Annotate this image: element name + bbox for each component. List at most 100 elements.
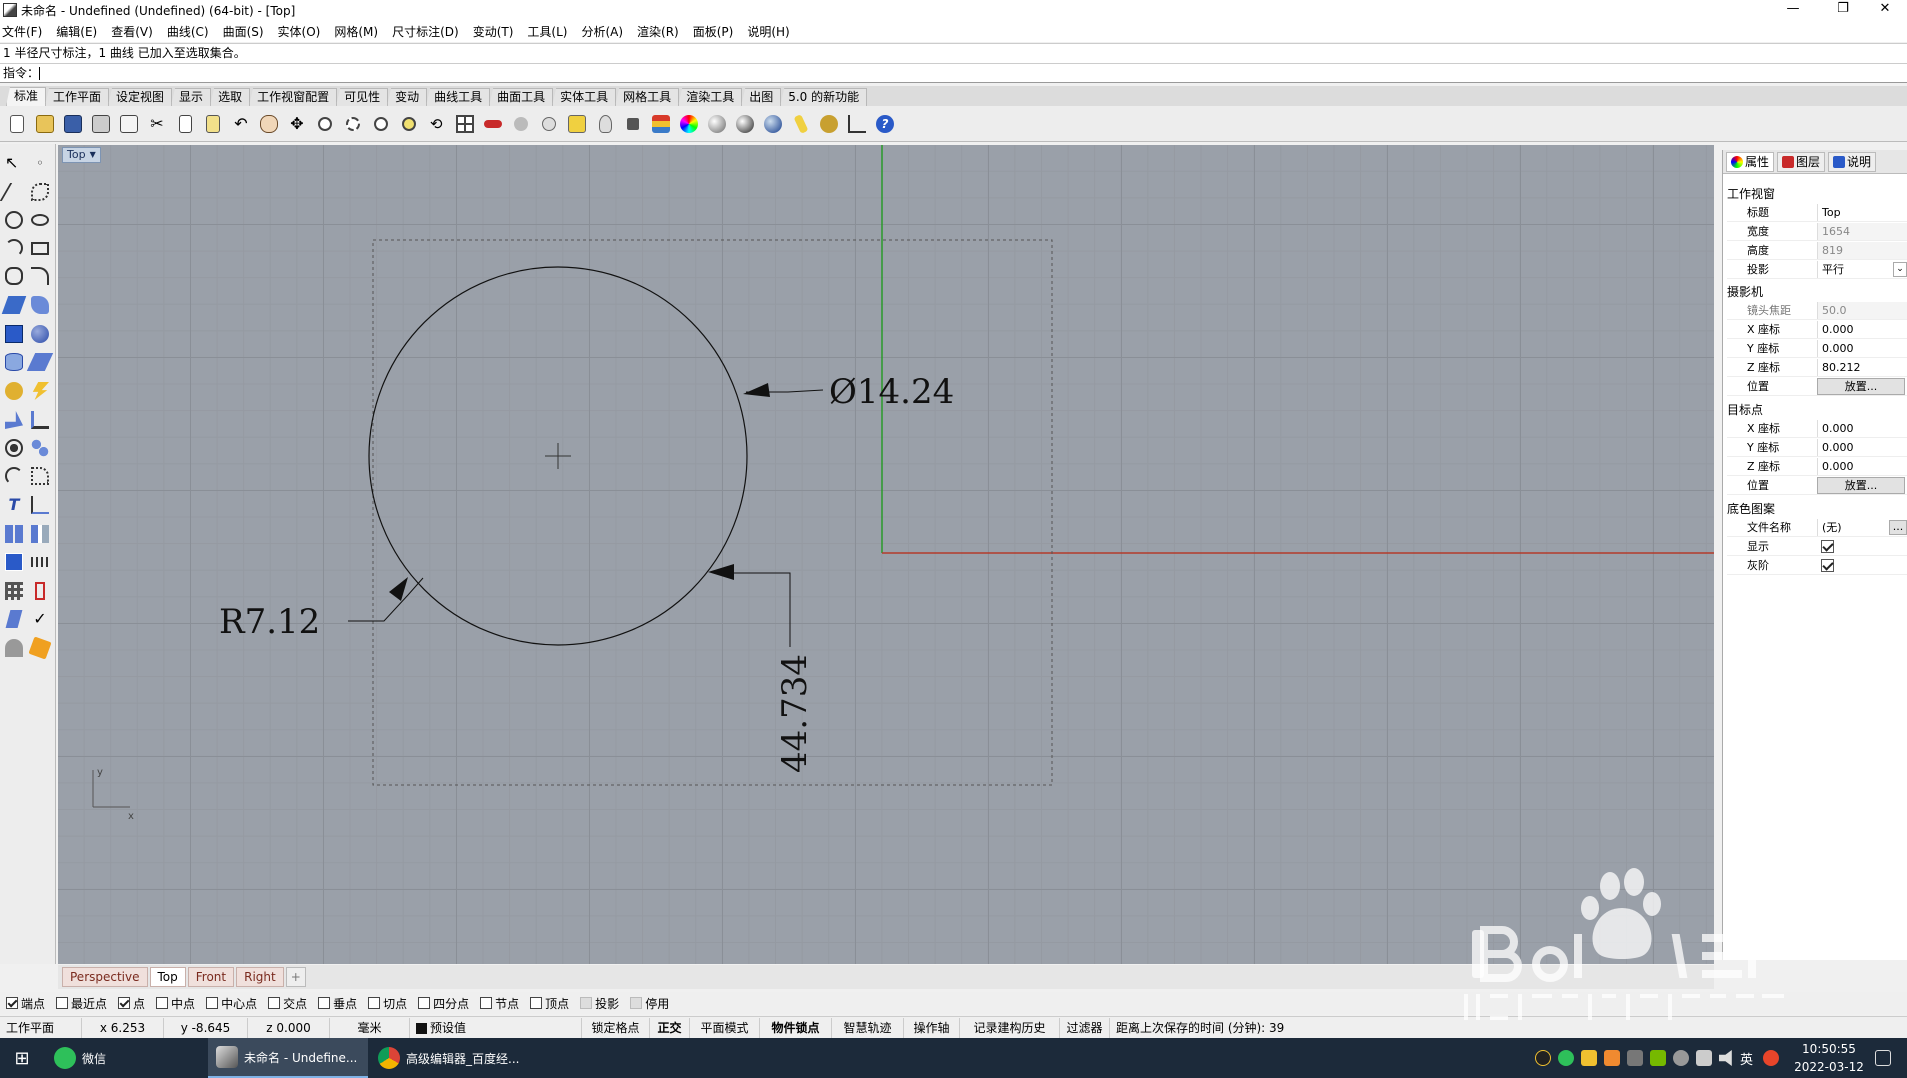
material-button[interactable]: [704, 111, 730, 137]
notification-icon[interactable]: [1875, 1050, 1891, 1066]
tab-visibility[interactable]: 可见性: [336, 88, 389, 106]
menu-surface[interactable]: 曲面(S): [223, 23, 264, 40]
dimension-tool[interactable]: [28, 493, 52, 517]
curve-tool[interactable]: [28, 180, 52, 204]
tools-button[interactable]: [816, 111, 842, 137]
command-line[interactable]: 指令：: [0, 63, 1907, 83]
osnap-vertex-checkbox[interactable]: [530, 997, 543, 1009]
status-gumball[interactable]: 操作轴: [904, 1017, 960, 1038]
tab-display[interactable]: 显示: [171, 88, 212, 106]
linear-dimension[interactable]: 44.734: [775, 654, 815, 773]
osnap-end-checkbox[interactable]: [6, 997, 18, 1009]
tab-top[interactable]: Top: [149, 967, 186, 987]
point-tool[interactable]: ◦: [28, 151, 52, 175]
tab-right[interactable]: Right: [236, 967, 284, 987]
box-tool[interactable]: [2, 322, 26, 346]
osnap-near[interactable]: 最近点: [56, 995, 107, 1012]
zoom-selected-button[interactable]: [396, 111, 422, 137]
network-tray-icon[interactable]: [1696, 1050, 1712, 1066]
close-button[interactable]: ✕: [1862, 0, 1907, 20]
help-button[interactable]: ?: [872, 111, 898, 137]
camera-z-field[interactable]: 80.212: [1817, 358, 1907, 376]
mesh-tool[interactable]: [2, 379, 26, 403]
tab-render-tools[interactable]: 渲染工具: [678, 88, 743, 106]
copy-button[interactable]: [172, 111, 198, 137]
menu-help[interactable]: 说明(H): [747, 23, 789, 40]
osnap-knot-checkbox[interactable]: [480, 997, 493, 1009]
qq-tray-icon[interactable]: [1535, 1050, 1551, 1066]
osnap-intersection[interactable]: 交点: [268, 995, 307, 1012]
tab-standard[interactable]: 标准: [6, 87, 47, 106]
osnap-end[interactable]: 端点: [6, 995, 45, 1012]
lock-button[interactable]: [620, 111, 646, 137]
tab-set-view[interactable]: 设定视图: [108, 88, 173, 106]
osnap-center[interactable]: 中心点: [206, 995, 257, 1012]
save-button[interactable]: [60, 111, 86, 137]
camera-x-field[interactable]: 0.000: [1817, 320, 1907, 338]
cylinder-tool[interactable]: [2, 350, 26, 374]
tab-curve-tools[interactable]: 曲线工具: [426, 88, 491, 106]
grayscale-checkbox[interactable]: [1821, 558, 1834, 572]
projection-select[interactable]: 平行: [1817, 260, 1893, 278]
new-file-button[interactable]: [4, 111, 30, 137]
volume-tray-icon[interactable]: [1719, 1050, 1732, 1066]
status-ortho[interactable]: 正交: [650, 1017, 690, 1038]
paint-tool[interactable]: [28, 636, 52, 660]
minimize-button[interactable]: —: [1770, 0, 1816, 20]
osnap-knot[interactable]: 节点: [480, 995, 519, 1012]
rotate-view-button[interactable]: ✥: [284, 111, 310, 137]
boolean-tool[interactable]: [2, 436, 26, 460]
tab-layers[interactable]: 图层: [1777, 151, 1826, 172]
tab-viewport-layout[interactable]: 工作视窗配置: [249, 88, 338, 106]
arc-tool[interactable]: [2, 236, 26, 260]
osnap-center-checkbox[interactable]: [206, 997, 219, 1009]
render-tool[interactable]: [2, 636, 26, 660]
tab-drafting[interactable]: 出图: [741, 88, 782, 106]
chevron-down-icon[interactable]: ⌄: [1893, 261, 1907, 277]
tab-new-in-v5[interactable]: 5.0 的新功能: [780, 88, 868, 106]
extrude-surface-tool[interactable]: [28, 293, 52, 317]
clock[interactable]: 10:50:55 2022-03-12: [1789, 1040, 1869, 1076]
osnap-perp-checkbox[interactable]: [318, 997, 331, 1009]
tab-cplanes[interactable]: 工作平面: [45, 88, 110, 106]
menu-edit[interactable]: 编辑(E): [56, 23, 97, 40]
select-objects-button[interactable]: [564, 111, 590, 137]
osnap-project[interactable]: 投影: [580, 995, 619, 1012]
text-tool[interactable]: T: [2, 493, 26, 517]
analyze-tool[interactable]: [2, 607, 26, 631]
menu-curve[interactable]: 曲线(C): [167, 23, 209, 40]
status-record-history[interactable]: 记录建构历史: [960, 1017, 1060, 1038]
block-tool[interactable]: [28, 579, 52, 603]
rotate-tool[interactable]: [2, 464, 26, 488]
group-tool[interactable]: [2, 522, 26, 546]
rebuild-tool[interactable]: [28, 464, 52, 488]
restore-button[interactable]: ❐: [1820, 0, 1866, 20]
status-osnap[interactable]: 物件锁点: [760, 1017, 832, 1038]
show-button[interactable]: [536, 111, 562, 137]
ime-indicator[interactable]: 英: [1740, 1049, 1753, 1068]
explode-tool[interactable]: [28, 436, 52, 460]
browse-file-button[interactable]: ...: [1889, 519, 1907, 535]
polyline-tool[interactable]: [0, 180, 29, 204]
show-checkbox[interactable]: [1821, 539, 1834, 553]
menu-mesh[interactable]: 网格(M): [334, 23, 378, 40]
add-viewport-tab-button[interactable]: +: [285, 967, 306, 987]
osnap-tangent[interactable]: 切点: [368, 995, 407, 1012]
car-render-button[interactable]: [480, 111, 506, 137]
tab-front[interactable]: Front: [187, 967, 235, 987]
top-viewport[interactable]: Top ▼ Ø14.24 R7.12 44.734 y x: [58, 145, 1714, 964]
target-y-field[interactable]: 0.000: [1817, 438, 1907, 456]
fillet-tool[interactable]: [28, 264, 52, 288]
osnap-project-checkbox[interactable]: [580, 997, 593, 1009]
ellipse-tool[interactable]: [28, 208, 52, 232]
menu-tools[interactable]: 工具(L): [527, 23, 567, 40]
undo-view-button[interactable]: ⟲: [424, 111, 450, 137]
layers-button[interactable]: [648, 111, 674, 137]
check-tool[interactable]: ✓: [28, 607, 52, 631]
osnap-mid-checkbox[interactable]: [156, 997, 169, 1009]
menu-dimension[interactable]: 尺寸标注(D): [392, 23, 459, 40]
circle-tool[interactable]: [2, 208, 26, 232]
select-tool[interactable]: ↖: [2, 151, 26, 175]
osnap-disable-checkbox[interactable]: [630, 997, 643, 1009]
light-button[interactable]: [592, 111, 618, 137]
